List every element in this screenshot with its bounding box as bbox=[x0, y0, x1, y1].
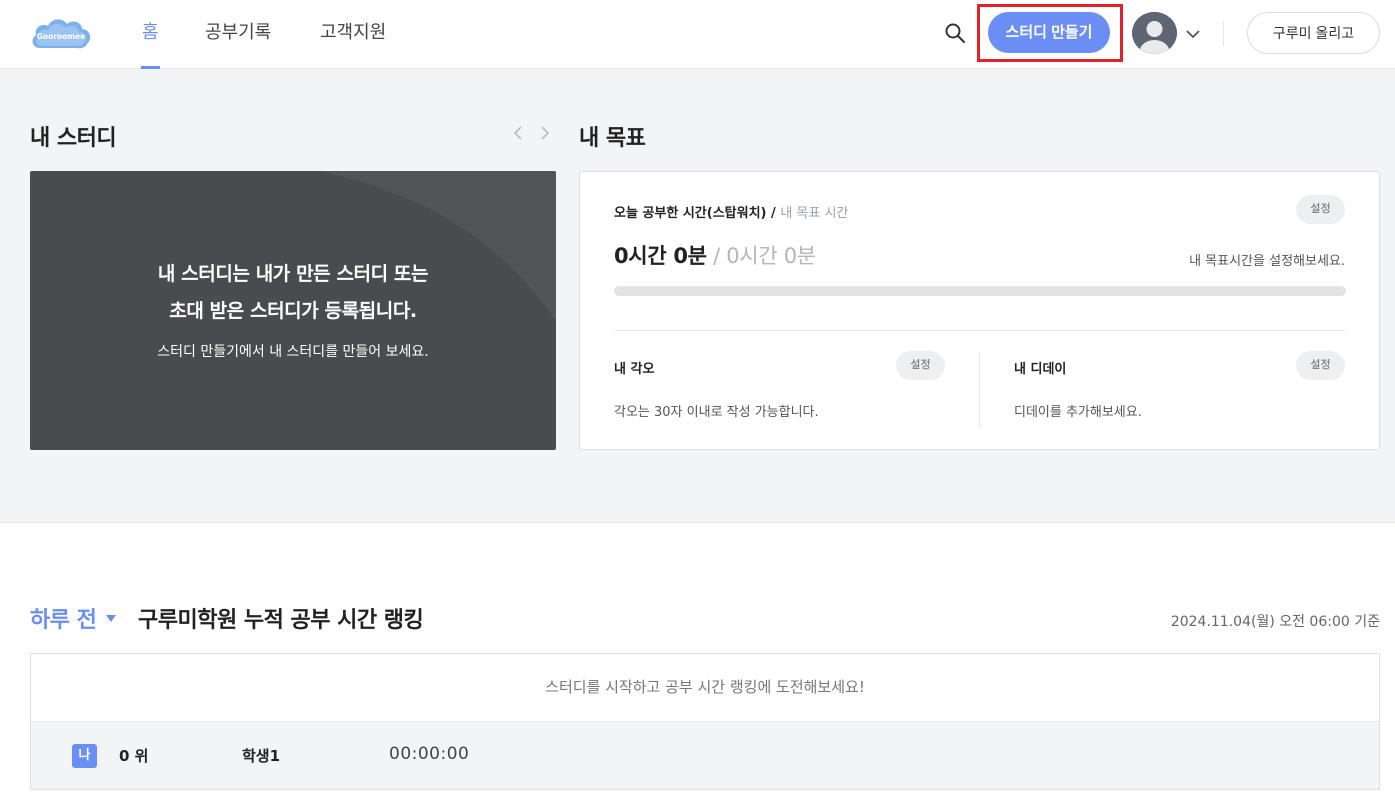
nav-study-record[interactable]: 공부기록 bbox=[205, 0, 271, 69]
rank-time: 00:00:00 bbox=[389, 744, 470, 764]
logo-text: Gooroomee bbox=[37, 32, 85, 41]
study-card-line-2: 초대 받은 스터디가 등록됩니다. bbox=[169, 300, 417, 322]
ranking-message: 스터디를 시작하고 공부 시간 랭킹에 도전해보세요! bbox=[545, 678, 865, 696]
ranking-section: 하루 전 구루미학원 누적 공부 시간 랭킹 2024.11.04(월) 오전 … bbox=[0, 522, 1395, 802]
my-study-title: 내 스터디 bbox=[30, 126, 117, 151]
period-label: 하루 전 bbox=[30, 608, 97, 633]
search-icon[interactable] bbox=[944, 22, 966, 44]
label-separator: / bbox=[766, 206, 781, 221]
ranking-title: 구루미학원 누적 공부 시간 랭킹 bbox=[138, 608, 424, 633]
my-rank-row: 나 0 위 학생1 00:00:00 bbox=[31, 721, 1379, 789]
create-study-button[interactable]: 스터디 만들기 bbox=[988, 12, 1110, 53]
study-card-line-1: 내 스터디는 내가 만든 스터디 또는 bbox=[157, 263, 429, 285]
goal-time-label-muted: 내 목표 시간 bbox=[780, 206, 849, 221]
gooroomee-logo[interactable]: Gooroomee bbox=[30, 15, 92, 53]
time-studied: 0시간 0분 bbox=[614, 244, 707, 268]
my-study-card: 내 스터디는 내가 만든 스터디 또는 초대 받은 스터디가 등록됩니다. 스터… bbox=[30, 171, 556, 450]
nav-home[interactable]: 홈 bbox=[141, 0, 160, 69]
chevron-right-icon[interactable] bbox=[538, 124, 552, 142]
rank-number: 0 위 bbox=[119, 747, 149, 765]
time-separator: / bbox=[706, 244, 727, 268]
nav-customer-support[interactable]: 고객지원 bbox=[320, 0, 386, 69]
resolve-title: 내 각오 bbox=[614, 362, 655, 377]
caret-down-icon bbox=[106, 614, 117, 622]
ranking-date: 2024.11.04(월) 오전 06:00 기준 bbox=[1170, 614, 1380, 630]
header-divider bbox=[1223, 21, 1224, 46]
study-card-subtext: 스터디 만들기에서 내 스터디를 만들어 보세요. bbox=[157, 344, 429, 360]
user-avatar[interactable] bbox=[1132, 12, 1177, 54]
dday-title: 내 디데이 bbox=[1014, 362, 1067, 377]
chevron-down-icon[interactable] bbox=[1185, 25, 1201, 39]
time-display: 0시간 0분 / 0시간 0분 bbox=[614, 240, 816, 270]
goal-progress-bar bbox=[614, 286, 1346, 296]
upload-button[interactable]: 구루미 올리고 bbox=[1247, 12, 1380, 54]
my-goal-card: 오늘 공부한 시간(스탑워치) / 내 목표 시간 설정 0시간 0분 / 0시… bbox=[579, 171, 1380, 450]
time-goal: 0시간 0분 bbox=[726, 244, 816, 268]
rank-name: 학생1 bbox=[242, 747, 281, 765]
my-goal-title: 내 목표 bbox=[579, 126, 646, 151]
ranking-box: 스터디를 시작하고 공부 시간 랭킹에 도전해보세요! 나 0 위 학생1 00… bbox=[30, 653, 1380, 790]
dday-setting-button[interactable]: 설정 bbox=[1296, 351, 1345, 380]
top-header: Gooroomee 홈 공부기록 고객지원 스터디 만들기 구루미 올리고 bbox=[0, 0, 1395, 69]
goal-time-label: 오늘 공부한 시간(스탑워치) / 내 목표 시간 bbox=[614, 202, 848, 221]
me-badge: 나 bbox=[72, 744, 97, 768]
goal-setting-button[interactable]: 설정 bbox=[1296, 195, 1345, 224]
period-dropdown[interactable]: 하루 전 bbox=[30, 602, 117, 634]
chevron-left-icon[interactable] bbox=[511, 124, 525, 142]
goal-hint: 내 목표시간을 설정해보세요. bbox=[1189, 254, 1345, 269]
resolve-setting-button[interactable]: 설정 bbox=[896, 351, 945, 380]
resolve-desc: 각오는 30자 이내로 작성 가능합니다. bbox=[614, 405, 819, 420]
studied-time-label: 오늘 공부한 시간(스탑워치) bbox=[614, 206, 767, 221]
goal-mid-divider bbox=[979, 352, 980, 428]
dday-desc: 디데이를 추가해보세요. bbox=[1014, 405, 1142, 420]
goal-divider bbox=[614, 330, 1346, 331]
